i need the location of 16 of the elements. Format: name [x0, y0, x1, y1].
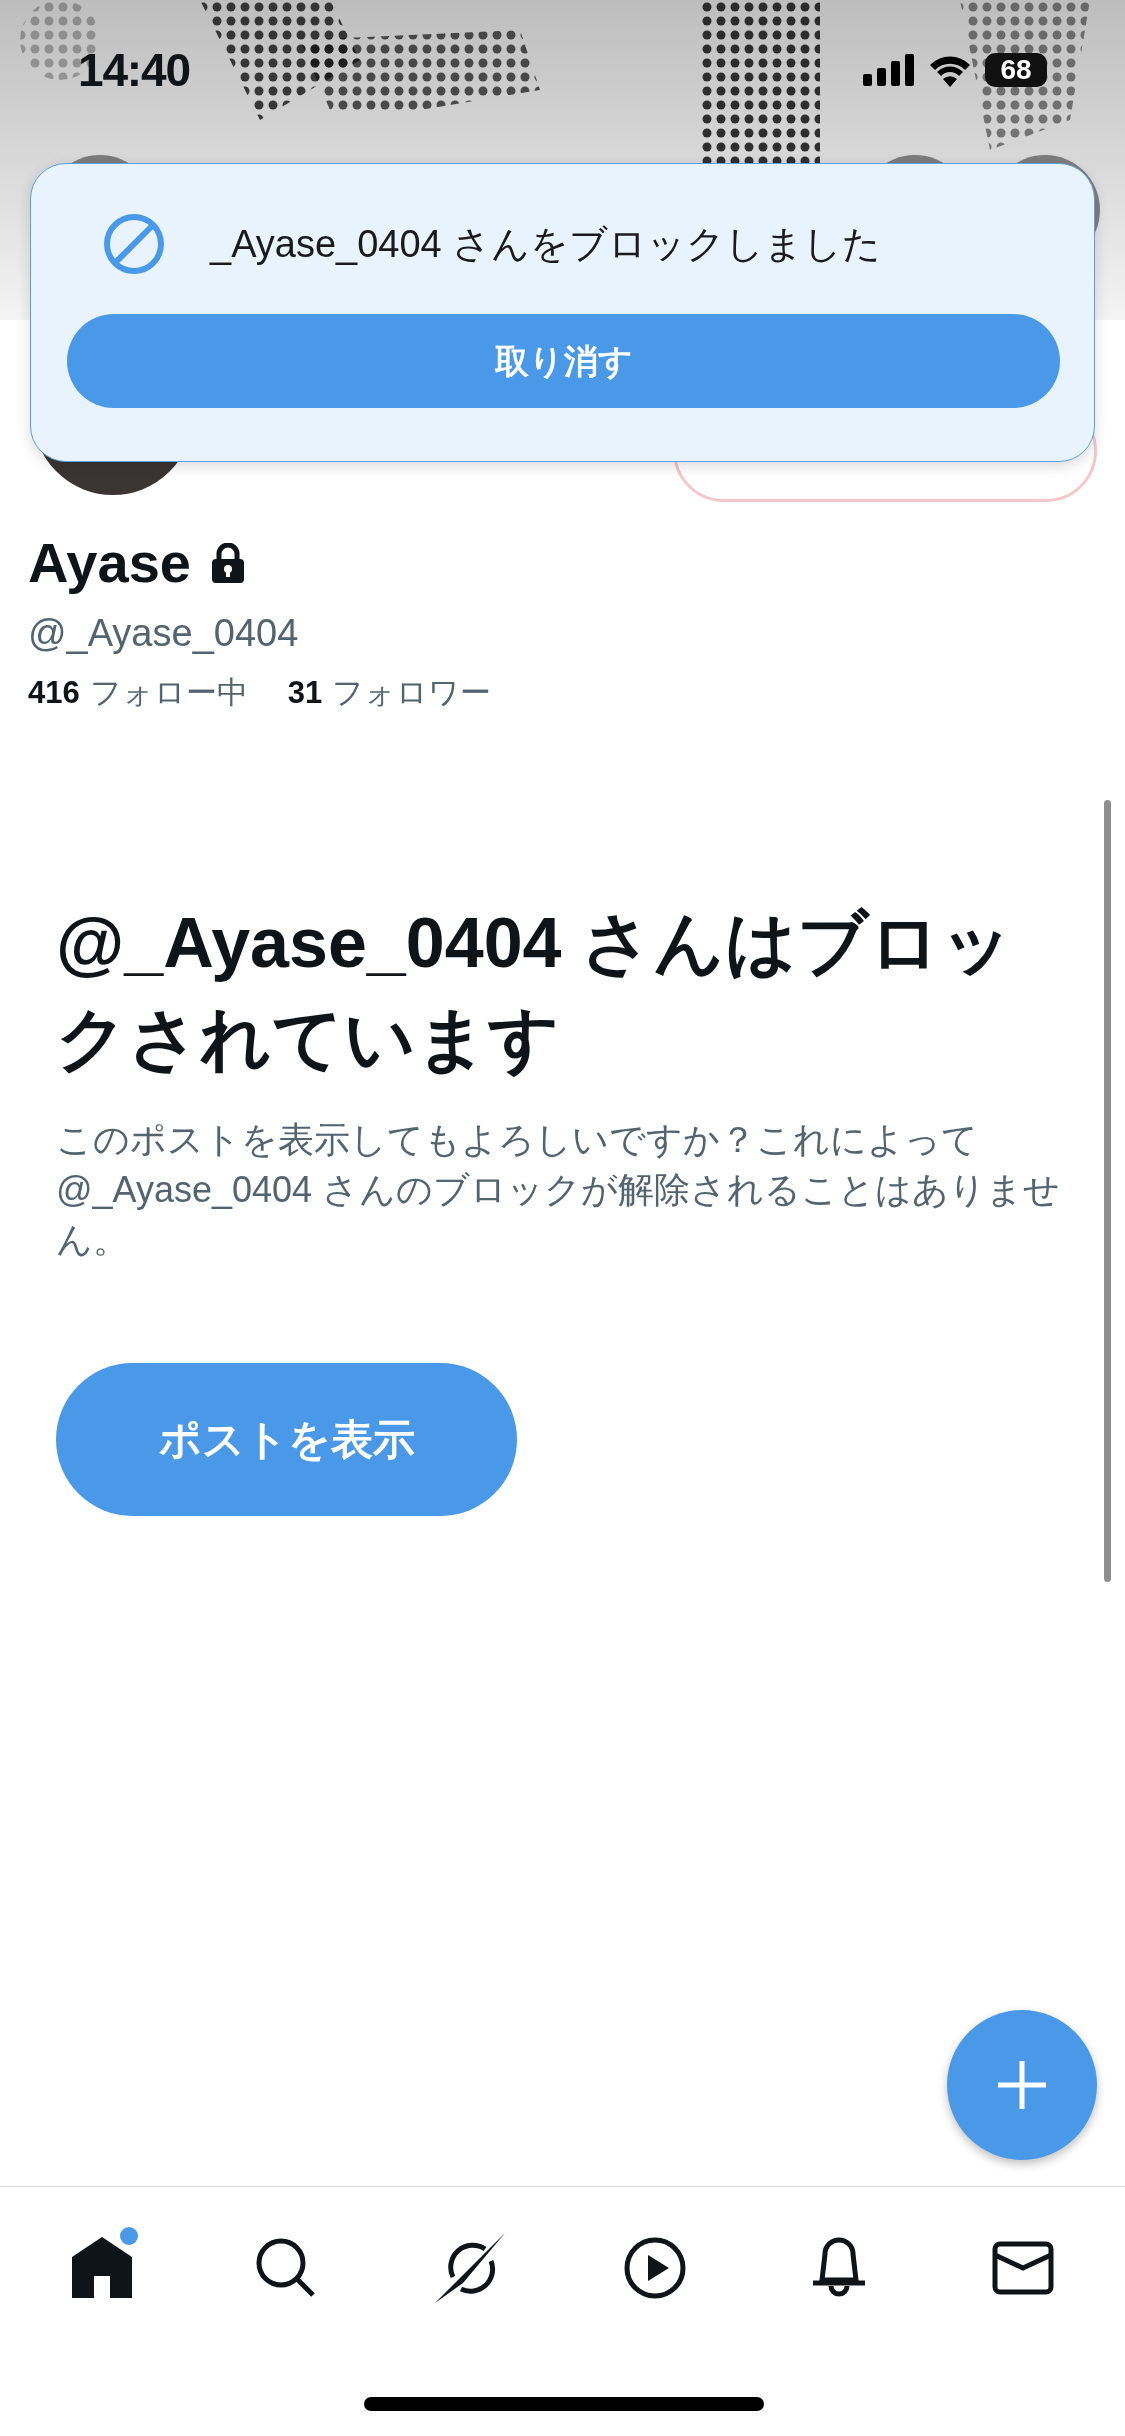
plus-icon — [996, 2059, 1048, 2111]
home-icon — [71, 2236, 134, 2300]
status-time: 14:40 — [78, 42, 190, 98]
following-count[interactable]: 416 — [28, 670, 80, 717]
mail-icon — [991, 2241, 1054, 2295]
followers-count[interactable]: 31 — [287, 670, 323, 717]
profile-handle: @_Ayase_0404 — [28, 611, 300, 656]
following-label[interactable]: フォロー中 — [89, 670, 248, 717]
blocked-title: @_Ayase_0404 さんはブロックされています — [56, 903, 1014, 1080]
blocked-description: このポストを表示してもよろしいですか？これによって@_Ayase_0404 さんのブロックが解除されることはありません。 — [56, 1118, 1062, 1262]
followers-label[interactable]: フォロワー — [332, 670, 492, 717]
battery-icon: 68 — [985, 53, 1047, 87]
block-icon — [103, 213, 165, 275]
signal-icon — [863, 54, 915, 86]
play-icon — [623, 2237, 686, 2299]
toast-message: _Ayase_0404 さんをブロックしました — [210, 221, 882, 267]
